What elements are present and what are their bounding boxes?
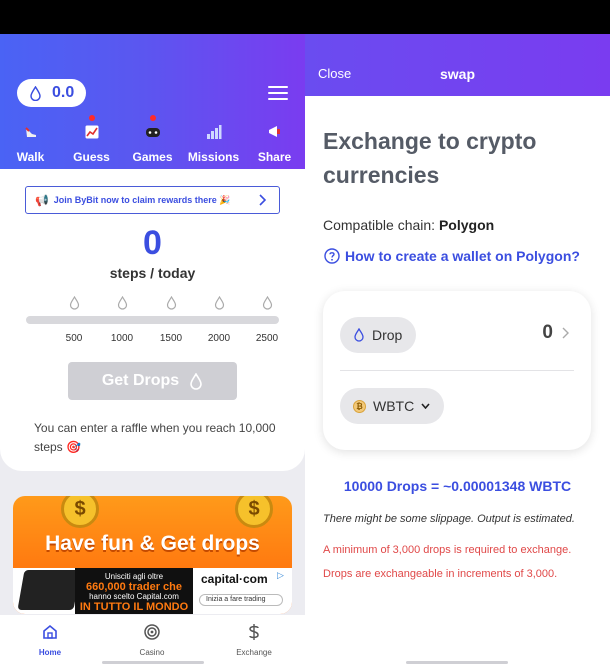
to-token-label: WBTC — [373, 398, 415, 414]
nav-casino[interactable]: Casino — [117, 623, 187, 657]
home-icon — [43, 624, 57, 639]
get-drops-label: Get Drops — [101, 372, 180, 389]
chain-value: Polygon — [438, 217, 495, 233]
wallet-help-label: How to create a wallet on Polygon? — [345, 248, 580, 264]
steps-count: 0 — [143, 224, 162, 262]
coin-icon: $ — [61, 496, 99, 528]
close-button[interactable]: Close — [318, 66, 351, 81]
bar-chart-icon — [206, 125, 221, 139]
from-token-selector[interactable]: Drop — [340, 317, 416, 353]
ad-brand: capital·com — [201, 572, 268, 586]
from-token-label: Drop — [372, 327, 403, 343]
milestone-label: 1500 — [159, 333, 183, 344]
tab-label: Missions — [187, 150, 240, 164]
bybit-banner[interactable]: 📢 Join ByBit now to claim rewards there … — [25, 186, 280, 214]
increment-note: Drops are exchangeable in increments of … — [323, 568, 558, 580]
drop-icon — [30, 85, 41, 101]
milestone-label: 2500 — [255, 333, 279, 344]
tab-share[interactable]: Share — [244, 121, 305, 169]
exchange-rate: 10000 Drops = ~0.00001348 WBTC — [343, 478, 572, 494]
swap-screen: swap Close Exchange to crypto currencies… — [305, 34, 610, 671]
tab-label: Walk — [16, 150, 45, 164]
megaphone-icon — [268, 126, 280, 137]
milestone-2500: 2500 — [247, 296, 287, 344]
menu-icon[interactable] — [268, 86, 288, 100]
help-icon — [324, 248, 340, 264]
chevron-right-icon — [259, 194, 267, 206]
drop-icon — [262, 296, 272, 310]
tab-guess[interactable]: Guess — [61, 115, 122, 169]
megaphone-icon: 📢 — [35, 194, 49, 207]
gesture-bar — [406, 661, 508, 664]
coin-icon: $ — [235, 496, 273, 528]
tab-label: Share — [257, 150, 292, 164]
milestone-1500: 1500 — [151, 296, 191, 344]
swap-card: Drop 0 ₿ WBTC — [323, 291, 591, 450]
slippage-note: There might be some slippage. Output is … — [323, 513, 575, 525]
to-token-selector[interactable]: ₿ WBTC — [340, 388, 444, 424]
ad-banner[interactable]: $ $ Have fun & Get drops Unisciti agli o… — [13, 496, 292, 614]
drop-icon — [69, 296, 79, 310]
nav-label: Casino — [139, 648, 165, 657]
drop-balance-pill[interactable]: 0.0 — [17, 79, 86, 107]
nav-home[interactable]: Home — [15, 623, 85, 657]
swap-header — [305, 34, 610, 96]
main-tabs: Walk Guess Games Missions Share — [0, 115, 305, 256]
tab-missions[interactable]: Missions — [183, 121, 244, 169]
drop-icon — [117, 296, 127, 310]
ad-choices-icon[interactable]: ▷ — [277, 570, 289, 582]
ad-strip: Unisciti agli oltre 660,000 trader che h… — [13, 568, 292, 614]
steps-label: steps / today — [109, 265, 196, 281]
walk-screen: 0.0 Walk Guess Games Missions Share 📢 Jo… — [0, 34, 305, 671]
milestone-label: 500 — [65, 333, 83, 344]
nav-label: Home — [38, 648, 62, 657]
chevron-down-icon — [421, 403, 430, 409]
bitcoin-icon: ₿ — [353, 399, 366, 413]
shoe-icon — [24, 127, 36, 137]
minimum-note: A minimum of 3,000 drops is required to … — [323, 544, 572, 556]
tab-label: Guess — [73, 150, 110, 164]
drop-icon — [166, 296, 176, 310]
drop-icon — [214, 296, 224, 310]
chart-icon — [85, 125, 98, 139]
milestone-label: 1000 — [110, 333, 134, 344]
raffle-info: You can enter a raffle when you reach 10… — [34, 421, 276, 454]
target-icon — [144, 624, 160, 640]
compatible-chain: Compatible chain: Polygon — [323, 217, 494, 233]
tab-label: Games — [132, 150, 173, 164]
milestone-1000: 1000 — [102, 296, 142, 344]
balance-value: 0.0 — [52, 84, 75, 101]
dollar-icon — [249, 624, 259, 640]
drop-icon — [190, 372, 202, 390]
milestone-label: 2000 — [207, 333, 231, 344]
get-drops-button[interactable]: Get Drops — [68, 362, 237, 400]
banner-text: Join ByBit now to claim rewards there 🎉 — [53, 194, 231, 205]
divider — [340, 370, 574, 371]
phone-image — [17, 570, 81, 610]
gesture-bar — [102, 661, 204, 664]
notification-dot — [88, 115, 95, 121]
milestone-500: 500 — [54, 296, 94, 344]
nav-exchange[interactable]: Exchange — [219, 623, 289, 657]
tab-walk[interactable]: Walk — [0, 121, 61, 169]
exchange-title: Exchange to crypto currencies — [323, 128, 537, 188]
ad-title: Have fun & Get drops — [45, 532, 260, 555]
screen: 0.0 Walk Guess Games Missions Share 📢 Jo… — [0, 0, 610, 671]
drop-icon — [354, 328, 364, 342]
chain-label: Compatible chain: — [323, 217, 436, 233]
ad-line: 660,000 trader che — [85, 581, 182, 593]
wallet-help-link[interactable]: How to create a wallet on Polygon? — [324, 248, 580, 264]
ad-cta[interactable]: Inizia a fare trading — [199, 594, 283, 606]
from-amount[interactable]: 0 — [542, 322, 553, 344]
gamepad-icon — [145, 128, 160, 137]
chevron-right-icon[interactable] — [562, 327, 569, 339]
tab-games[interactable]: Games — [122, 115, 183, 169]
ad-line: IN TUTTO IL MONDO — [79, 601, 189, 613]
milestone-2000: 2000 — [199, 296, 239, 344]
ad-dark-panel: Unisciti agli oltre 660,000 trader che h… — [75, 568, 193, 614]
notification-dot — [149, 115, 156, 121]
status-bar — [0, 0, 610, 34]
nav-label: Exchange — [236, 648, 272, 657]
